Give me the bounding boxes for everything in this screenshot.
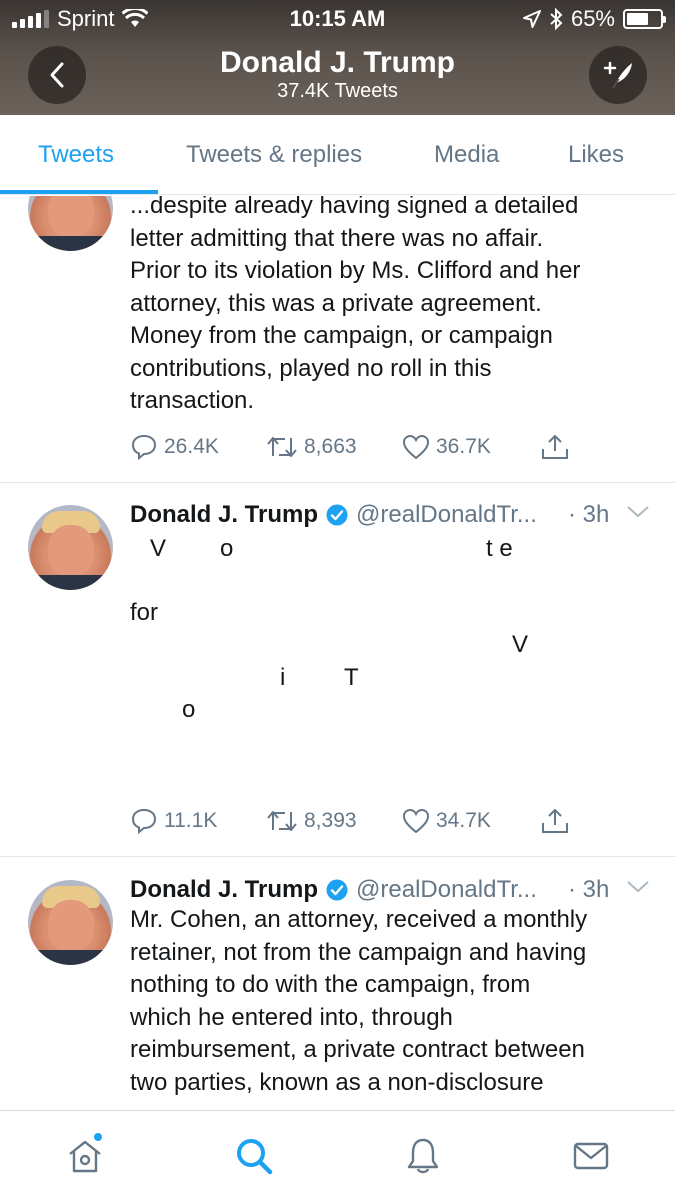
- bluetooth-icon: [550, 8, 563, 30]
- retweet-button[interactable]: 8,663: [266, 434, 402, 460]
- like-button[interactable]: 36.7K: [402, 434, 540, 460]
- tweet-text-line: Mr. Cohen, an attorney, received a month…: [130, 906, 588, 933]
- tweet-text-line: Prior to its violation by Ms. Clifford a…: [130, 257, 581, 284]
- reply-button[interactable]: 11.1K: [130, 807, 266, 835]
- like-button[interactable]: 34.7K: [402, 808, 540, 834]
- share-button[interactable]: [540, 807, 570, 835]
- avatar[interactable]: [28, 196, 113, 251]
- profile-header: Sprint 10:15 AM 65% Donald J. Trump 37.4…: [0, 0, 675, 115]
- search-icon: [237, 1139, 273, 1175]
- tweet-time: · 3h: [568, 876, 610, 903]
- nav-notifications[interactable]: [400, 1133, 446, 1179]
- heart-icon: [402, 808, 430, 834]
- tweet-text-fragment: for: [130, 599, 159, 626]
- battery-icon: [623, 9, 666, 29]
- reply-count: 11.1K: [164, 809, 218, 832]
- home-icon: [69, 1140, 101, 1173]
- chevron-down-icon[interactable]: [626, 880, 650, 894]
- tweet-text-line: which he entered into, through: [130, 1003, 453, 1031]
- tweet-text-line: reimbursement, a private contract betwee…: [130, 1036, 585, 1063]
- tweet-time: · 3h: [568, 501, 610, 528]
- tweet-text-fragment: V: [150, 535, 167, 562]
- profile-tabs: Tweets Tweets & replies Media Likes: [0, 115, 675, 195]
- tweet-header: Donald J. Trump @realDonaldTr...: [130, 876, 537, 904]
- bell-icon: [407, 1138, 439, 1174]
- share-button[interactable]: [540, 433, 570, 461]
- tab-media[interactable]: Media: [434, 141, 499, 169]
- tweet-header: Donald J. Trump @realDonaldTr...: [130, 501, 537, 529]
- tweet-item[interactable]: ...despite already having signed a detai…: [0, 196, 675, 483]
- tweet-text-line: ...despite already having signed a detai…: [130, 196, 579, 219]
- tab-likes[interactable]: Likes: [568, 141, 624, 169]
- tweet-count: 37.4K Tweets: [277, 80, 398, 102]
- tab-tweets-and-replies[interactable]: Tweets & replies: [186, 141, 362, 169]
- mail-icon: [573, 1142, 609, 1170]
- battery-percent: 65%: [570, 6, 615, 31]
- retweet-icon: [267, 437, 297, 457]
- tab-tweets[interactable]: Tweets: [38, 141, 114, 169]
- location-arrow-icon: [522, 10, 541, 28]
- tweet-actions: 11.1K 8,393 34.7K: [130, 807, 570, 835]
- compose-feather-icon: [603, 61, 632, 89]
- tweet-text-line: attorney, this was a private agreement.: [130, 289, 542, 317]
- tweet-actions: 26.4K 8,663 36.7K: [130, 433, 570, 461]
- reply-icon: [131, 434, 157, 461]
- tweet-text: Mr. Cohen, an attorney, received a month…: [130, 904, 660, 1099]
- nav-search[interactable]: [231, 1133, 277, 1179]
- tweet-text-fragment: i: [280, 664, 286, 691]
- like-count: 36.7K: [436, 435, 491, 458]
- tweet-feed[interactable]: ...despite already having signed a detai…: [0, 196, 675, 1110]
- bottom-tab-bar: [0, 1110, 675, 1200]
- reply-count: 26.4K: [164, 435, 219, 458]
- status-right: 65%: [522, 6, 666, 32]
- chevron-down-icon[interactable]: [626, 505, 650, 519]
- notification-dot: [94, 1133, 102, 1141]
- retweet-count: 8,393: [304, 809, 357, 832]
- retweet-button[interactable]: 8,393: [266, 808, 402, 834]
- tweet-text-line: Money from the campaign, or campaign: [130, 322, 553, 349]
- nav-messages[interactable]: [568, 1133, 614, 1179]
- tweet-item[interactable]: Donald J. Trump @realDonaldTr... · 3h Mr…: [0, 858, 675, 1110]
- tweet-item[interactable]: Donald J. Trump @realDonaldTr... · 3h V …: [0, 483, 675, 857]
- tweet-author-name[interactable]: Donald J. Trump: [130, 876, 318, 904]
- tweet-text-line: nothing to do with the campaign, from: [130, 971, 531, 998]
- tweet-author-name[interactable]: Donald J. Trump: [130, 501, 318, 529]
- tweet-text-fragment: o: [220, 535, 234, 562]
- verified-badge-icon: [326, 504, 348, 526]
- retweet-count: 8,663: [304, 435, 357, 458]
- tweet-text-fragment: o: [182, 696, 196, 723]
- status-bar: Sprint 10:15 AM 65%: [0, 0, 675, 38]
- battery-fill: [627, 13, 648, 25]
- active-tab-indicator: [0, 190, 158, 194]
- profile-name: Donald J. Trump: [219, 46, 456, 79]
- tweet-text-fragment: t e: [486, 535, 513, 562]
- nav-home[interactable]: [62, 1133, 108, 1179]
- share-icon: [542, 435, 568, 459]
- tweet-text-fragment: T: [344, 664, 359, 691]
- reply-icon: [131, 808, 157, 835]
- avatar[interactable]: [28, 880, 113, 965]
- compose-tweet-button[interactable]: [589, 46, 647, 104]
- tweet-text-line: transaction.: [130, 387, 255, 414]
- verified-badge-icon: [326, 879, 348, 901]
- tweet-handle: @realDonaldTr...: [356, 876, 537, 903]
- tweet-handle: @realDonaldTr...: [356, 501, 537, 528]
- retweet-icon: [267, 811, 297, 831]
- tweet-text: ...despite already having signed a detai…: [130, 196, 650, 418]
- heart-icon: [402, 434, 430, 460]
- like-count: 34.7K: [436, 809, 491, 832]
- tweet-text-line: letter admitting that there was no affai…: [130, 224, 544, 252]
- reply-button[interactable]: 26.4K: [130, 433, 266, 461]
- tweet-text-line: contributions, played no roll in this: [130, 354, 492, 382]
- tweet-text-line: two parties, known as a non-disclosure: [130, 1068, 544, 1096]
- tweet-text-line: retainer, not from the campaign and havi…: [130, 938, 587, 966]
- share-icon: [542, 809, 568, 833]
- tweet-text-fragment: V: [512, 631, 529, 658]
- avatar[interactable]: [28, 505, 113, 590]
